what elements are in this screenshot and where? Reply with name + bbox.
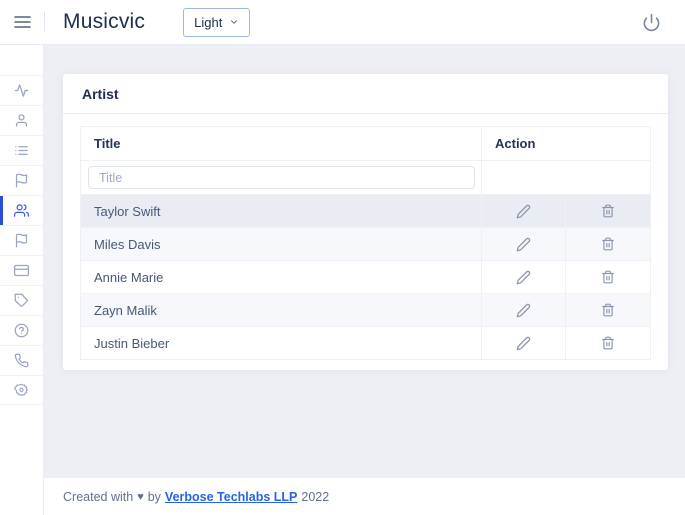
sidebar-item-user[interactable] bbox=[0, 105, 43, 135]
artist-title-cell: Justin Bieber bbox=[80, 326, 482, 360]
hamburger-menu-button[interactable] bbox=[0, 0, 44, 44]
column-header-action: Action bbox=[480, 126, 652, 161]
sidebar-item-contact[interactable] bbox=[0, 345, 43, 375]
credit-card-icon bbox=[14, 263, 29, 278]
logout-button[interactable] bbox=[642, 13, 661, 32]
activity-icon bbox=[14, 83, 29, 98]
column-header-title: Title bbox=[80, 126, 482, 161]
table-row[interactable]: Annie Marie bbox=[80, 260, 652, 294]
users-icon bbox=[14, 203, 29, 218]
trash-icon bbox=[601, 204, 615, 218]
pencil-icon bbox=[516, 336, 531, 351]
filter-row-action-cell bbox=[480, 160, 652, 195]
artist-title-cell: Annie Marie bbox=[80, 260, 482, 294]
company-link[interactable]: Verbose Techlabs LLP bbox=[165, 490, 297, 504]
topbar-divider bbox=[44, 12, 45, 32]
trash-icon bbox=[601, 303, 615, 317]
title-filter-input[interactable] bbox=[88, 166, 475, 189]
sidebar-item-badges[interactable] bbox=[0, 375, 43, 405]
flag-icon bbox=[14, 173, 29, 188]
footer-by-text: by bbox=[147, 489, 161, 504]
artist-title-cell: Taylor Swift bbox=[80, 194, 482, 228]
flag-icon bbox=[14, 233, 29, 248]
edit-button[interactable] bbox=[514, 268, 533, 287]
table-row[interactable]: Miles Davis bbox=[80, 227, 652, 261]
table-header-row: Title Action bbox=[80, 126, 652, 161]
app-title: Musicvic bbox=[63, 10, 146, 33]
power-icon bbox=[642, 13, 661, 32]
app-window: Musicvic Light Artist Title Action Title… bbox=[0, 0, 685, 515]
sidebar-item-flag-2[interactable] bbox=[0, 225, 43, 255]
sidebar-item-list[interactable] bbox=[0, 135, 43, 165]
user-icon bbox=[14, 113, 29, 128]
delete-button[interactable] bbox=[599, 202, 617, 220]
table-row[interactable]: Justin Bieber bbox=[80, 326, 652, 360]
phone-icon bbox=[14, 353, 29, 368]
trash-icon bbox=[601, 270, 615, 284]
artist-card: Artist Title Action Title Taylor Swift M… bbox=[63, 74, 668, 370]
table-row[interactable]: Taylor Swift bbox=[80, 194, 652, 228]
artist-title-cell: Miles Davis bbox=[80, 227, 482, 261]
edit-button[interactable] bbox=[514, 202, 533, 221]
artist-title-cell: Zayn Malik bbox=[80, 293, 482, 327]
hamburger-icon bbox=[13, 15, 31, 29]
pencil-icon bbox=[516, 237, 531, 252]
sidebar-item-flag[interactable] bbox=[0, 165, 43, 195]
sidebar-item-help[interactable] bbox=[0, 315, 43, 345]
delete-button[interactable] bbox=[599, 235, 617, 253]
edit-button[interactable] bbox=[514, 301, 533, 320]
pencil-icon bbox=[516, 270, 531, 285]
trash-icon bbox=[601, 336, 615, 350]
filter-row bbox=[80, 160, 652, 195]
footer-created-text: Created with bbox=[63, 489, 134, 504]
table-row[interactable]: Zayn Malik bbox=[80, 293, 652, 327]
delete-button[interactable] bbox=[599, 334, 617, 352]
footer-year: 2022 bbox=[301, 489, 330, 504]
artist-table: Title Action Title Taylor Swift Miles Da… bbox=[80, 126, 652, 360]
chevron-down-icon bbox=[229, 17, 239, 27]
sidebar-item-cards[interactable] bbox=[0, 255, 43, 285]
edit-button[interactable] bbox=[514, 235, 533, 254]
sidebar-item-activity[interactable] bbox=[0, 75, 43, 105]
pencil-icon bbox=[516, 303, 531, 318]
content-area: Artist Title Action Title Taylor Swift M… bbox=[44, 45, 685, 478]
trash-icon bbox=[601, 237, 615, 251]
delete-button[interactable] bbox=[599, 301, 617, 319]
footer: Created with ♥ by Verbose Techlabs LLP 2… bbox=[44, 478, 685, 515]
sidebar-item-tags[interactable] bbox=[0, 285, 43, 315]
help-circle-icon bbox=[14, 323, 29, 338]
sidebar-item-artists[interactable] bbox=[0, 195, 43, 225]
edit-button[interactable] bbox=[514, 334, 533, 353]
award-icon bbox=[14, 383, 29, 398]
heart-icon: ♥ bbox=[137, 490, 144, 503]
list-icon bbox=[14, 143, 29, 158]
delete-button[interactable] bbox=[599, 268, 617, 286]
tag-icon bbox=[14, 293, 29, 308]
theme-select-value: Light bbox=[194, 14, 223, 30]
topbar: Musicvic Light bbox=[0, 0, 685, 45]
pencil-icon bbox=[516, 204, 531, 219]
sidebar bbox=[0, 45, 44, 515]
theme-select[interactable]: Light bbox=[183, 7, 251, 37]
card-title: Artist bbox=[63, 74, 668, 114]
